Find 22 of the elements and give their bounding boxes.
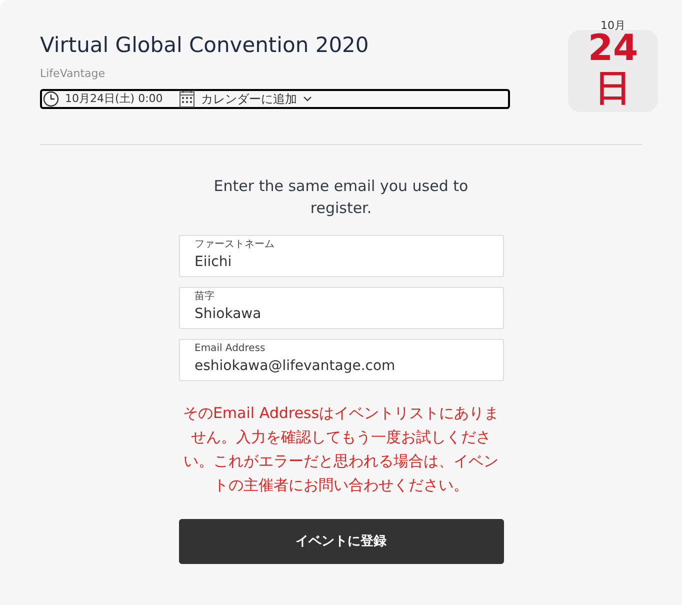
form-prompt: Enter the same email you used to register. [212,176,470,219]
clock-icon [43,90,59,107]
add-to-calendar-button[interactable]: カレンダーに追加 [178,90,312,108]
badge-day: 24 [588,31,638,67]
chevron-down-icon [302,96,312,102]
event-title: Virtual Global Convention 2020 [40,32,370,58]
error-message: そのEmail Addressはイベントリストにありません。入力を確認してもう一度お試しください。これがエラーだと思われる場合は、イベントの主催者にお問い合わせください。 [182,403,500,496]
field-value: eshiokawa@lifevantage.com [194,357,396,376]
register-button[interactable]: イベントに登録 [178,519,504,564]
badge-day-unit: 日 [595,67,631,111]
event-datetime: 10月24日(土) 0:00 [65,90,163,106]
field-label: Email Address [194,342,266,356]
field-value: Shiokawa [194,305,262,324]
input-field[interactable]: ファーストネーム Eiichi [178,235,504,277]
input-field[interactable]: 苗字 Shiokawa [178,287,504,329]
badge-month: 10月 [600,20,626,31]
organizer-name: LifeVantage [40,66,106,82]
field-label: ファーストネーム [194,238,276,252]
field-label: 苗字 [194,290,216,304]
field-value: Eiichi [194,253,233,272]
calendar-icon [178,90,195,108]
input-field[interactable]: Email Address eshiokawa@lifevantage.com [178,339,504,381]
